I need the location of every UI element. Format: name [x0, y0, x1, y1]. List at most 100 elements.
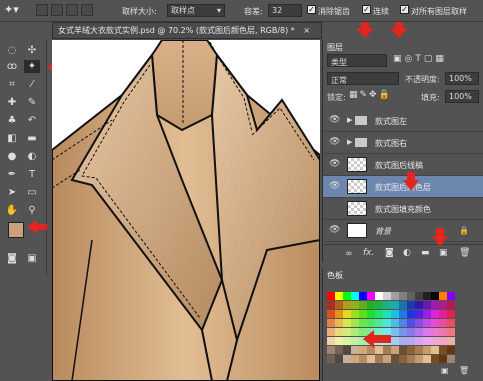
quick-mask-icon[interactable]: ◙ [4, 252, 20, 265]
color-swatch[interactable] [423, 292, 431, 300]
opacity-input[interactable]: 100% [445, 72, 479, 85]
link-icon[interactable]: ∞ [345, 249, 353, 259]
color-swatch[interactable] [423, 328, 431, 336]
brush-tool-icon[interactable]: ✎ [24, 96, 40, 109]
color-swatch[interactable] [335, 301, 343, 309]
gradient-tool-icon[interactable]: ▬ [24, 132, 40, 145]
chevron-right-icon[interactable]: ▶ [347, 116, 352, 124]
color-swatch[interactable] [447, 310, 455, 318]
color-swatch[interactable] [327, 337, 335, 345]
color-swatch[interactable] [431, 328, 439, 336]
color-swatch[interactable] [399, 319, 407, 327]
color-swatch[interactable] [439, 346, 447, 354]
color-swatch[interactable] [351, 310, 359, 318]
document-canvas[interactable] [52, 40, 320, 381]
color-swatch[interactable] [327, 301, 335, 309]
color-swatch[interactable] [407, 319, 415, 327]
color-swatch[interactable] [367, 355, 375, 363]
trash-icon[interactable]: 🗑 [459, 248, 470, 258]
color-swatch[interactable] [447, 328, 455, 336]
eye-hidden-icon[interactable]: · [329, 204, 340, 213]
color-swatch[interactable] [335, 292, 343, 300]
color-swatch[interactable] [375, 310, 383, 318]
color-swatch[interactable] [391, 301, 399, 309]
color-swatch[interactable] [439, 301, 447, 309]
color-swatch[interactable] [423, 337, 431, 345]
color-swatch[interactable] [423, 319, 431, 327]
color-swatch[interactable] [439, 310, 447, 318]
color-swatch[interactable] [447, 337, 455, 345]
healing-tool-icon[interactable]: ✚ [4, 96, 20, 109]
color-swatch[interactable] [431, 355, 439, 363]
color-swatch[interactable] [447, 292, 455, 300]
color-swatch[interactable] [367, 310, 375, 318]
new-selection-icon[interactable] [36, 4, 48, 16]
color-swatch[interactable] [407, 355, 415, 363]
mask-icon[interactable]: ◙ [385, 248, 394, 258]
color-swatch[interactable] [359, 310, 367, 318]
color-swatch[interactable] [343, 301, 351, 309]
layer-row[interactable]: · 款式图填充颜色 [323, 198, 483, 220]
color-swatch[interactable] [335, 328, 343, 336]
path-select-icon[interactable]: ➤ [4, 186, 20, 199]
color-swatch[interactable] [359, 301, 367, 309]
layers-tab[interactable]: 图层 [327, 42, 343, 53]
adjustment-icon[interactable]: ◐ [403, 248, 411, 258]
layer-row[interactable]: 👁 ▶ 款式图左 [323, 110, 483, 132]
color-swatch[interactable] [343, 319, 351, 327]
color-swatch[interactable] [335, 310, 343, 318]
color-swatch[interactable] [415, 301, 423, 309]
color-swatch[interactable] [383, 292, 391, 300]
color-swatch[interactable] [351, 328, 359, 336]
blur-tool-icon[interactable]: ● [4, 150, 20, 163]
intersect-selection-icon[interactable] [81, 4, 93, 16]
eye-icon[interactable]: 👁 [329, 138, 340, 147]
new-swatch-icon[interactable]: ▣ [441, 366, 449, 375]
screen-mode-icon[interactable]: ▣ [24, 252, 40, 265]
sample-size-select[interactable]: 取样点 ▾ [167, 4, 225, 17]
color-swatch[interactable] [343, 292, 351, 300]
eye-icon[interactable]: 👁 [329, 160, 340, 169]
color-swatch[interactable] [399, 328, 407, 336]
color-swatch[interactable] [375, 355, 383, 363]
history-brush-icon[interactable]: ↶ [24, 114, 40, 127]
color-swatch[interactable] [447, 346, 455, 354]
swatch-grid[interactable] [327, 292, 455, 364]
color-swatch[interactable] [343, 355, 351, 363]
blend-mode-select[interactable]: 正常 [327, 72, 399, 85]
color-swatch[interactable] [343, 310, 351, 318]
color-swatch[interactable] [423, 301, 431, 309]
color-swatch[interactable] [399, 310, 407, 318]
color-swatch[interactable] [343, 337, 351, 345]
color-swatch[interactable] [407, 301, 415, 309]
color-swatch[interactable] [375, 319, 383, 327]
color-swatch[interactable] [423, 346, 431, 354]
color-swatch[interactable] [415, 355, 423, 363]
dodge-tool-icon[interactable]: ◐ [24, 150, 40, 163]
lasso-tool-icon[interactable]: ꝏ [4, 60, 20, 73]
color-swatch[interactable] [351, 301, 359, 309]
color-swatch[interactable] [391, 310, 399, 318]
color-swatch[interactable] [383, 355, 391, 363]
color-swatch[interactable] [415, 310, 423, 318]
foreground-color-swatch[interactable] [8, 222, 24, 238]
magic-wand-tool-icon[interactable]: ✦▾ [4, 3, 19, 16]
color-swatch[interactable] [431, 319, 439, 327]
color-swatch[interactable] [343, 346, 351, 354]
color-swatch[interactable] [447, 319, 455, 327]
chevron-right-icon[interactable]: ▶ [347, 138, 352, 146]
color-swatch[interactable] [447, 301, 455, 309]
lock-icons[interactable]: ▦✎✥🔒 [349, 90, 392, 100]
color-swatch[interactable] [343, 328, 351, 336]
fill-input[interactable]: 100% [445, 90, 479, 103]
color-swatch[interactable] [431, 310, 439, 318]
color-swatch[interactable] [431, 337, 439, 345]
color-swatch[interactable] [327, 328, 335, 336]
color-swatch[interactable] [375, 292, 383, 300]
eye-icon[interactable]: 👁 [329, 116, 340, 125]
color-swatch[interactable] [351, 292, 359, 300]
color-swatch[interactable] [407, 337, 415, 345]
layer-row[interactable]: 👁 背景 🔒 [323, 220, 483, 242]
color-swatch[interactable] [351, 337, 359, 345]
color-swatch[interactable] [391, 346, 399, 354]
